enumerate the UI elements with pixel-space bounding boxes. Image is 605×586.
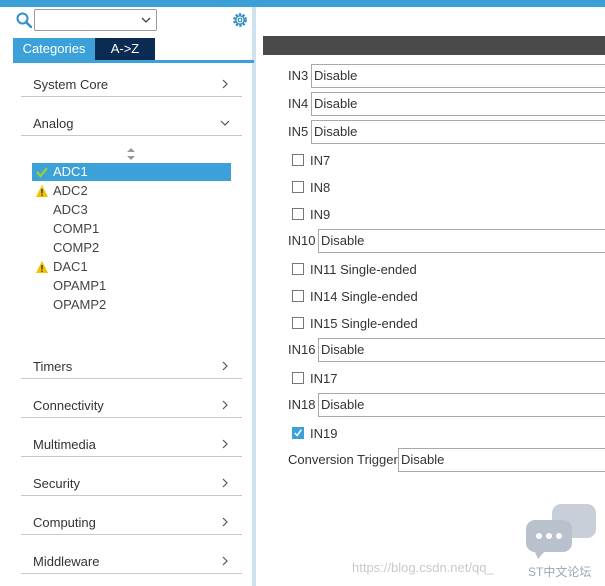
tab-categories[interactable]: Categories <box>13 38 95 60</box>
warning-icon <box>36 261 48 273</box>
chevron-right-icon <box>222 361 228 371</box>
in3-select[interactable]: Disable <box>311 64 605 88</box>
analog-item-adc2[interactable]: ADC2 <box>32 182 231 200</box>
analog-item-opamp1[interactable]: OPAMP1 <box>32 277 231 295</box>
analog-item-label: COMP2 <box>53 240 100 255</box>
chevron-right-icon <box>222 478 228 488</box>
config-label: IN14 Single-ended <box>310 289 418 304</box>
search-icon[interactable] <box>16 12 32 28</box>
analog-item-label: DAC1 <box>53 259 88 274</box>
category-security[interactable]: Security <box>21 472 242 496</box>
top-accent-strip <box>0 0 605 7</box>
chevron-down-icon[interactable] <box>140 14 152 26</box>
in11-checkbox[interactable] <box>292 263 304 275</box>
analog-item-label: ADC3 <box>53 202 88 217</box>
chevron-down-icon <box>220 120 230 126</box>
in7-checkbox[interactable] <box>292 154 304 166</box>
category-label: Multimedia <box>33 437 96 452</box>
config-label: IN9 <box>310 207 331 222</box>
in10-select[interactable]: Disable <box>318 229 605 253</box>
category-middleware[interactable]: Middleware <box>21 550 242 574</box>
tab-a-to-z[interactable]: A->Z <box>95 38 155 60</box>
config-label: IN3 <box>288 68 309 83</box>
watermark-brand: ST中文论坛 <box>528 565 592 579</box>
in9-checkbox[interactable] <box>292 208 304 220</box>
in16-select[interactable]: Disable <box>318 338 605 362</box>
analog-item-label: OPAMP1 <box>53 278 107 293</box>
chevron-right-icon <box>222 439 228 449</box>
check-icon <box>36 167 48 178</box>
analog-item-adc3[interactable]: ADC3 <box>32 201 231 219</box>
config-label: IN18 <box>288 397 316 412</box>
sort-icon[interactable] <box>126 147 136 161</box>
category-label: Computing <box>33 515 96 530</box>
category-label: Timers <box>33 359 73 374</box>
config-label: IN10 <box>288 233 316 248</box>
config-label: IN5 <box>288 124 309 139</box>
analog-item-comp1[interactable]: COMP1 <box>32 220 231 238</box>
analog-item-label: OPAMP2 <box>53 297 107 312</box>
in4-select[interactable]: Disable <box>311 92 605 116</box>
sidebar: Categories A->Z System Core Analog ADC1 … <box>0 7 256 586</box>
config-label: IN11 Single-ended <box>310 262 417 277</box>
watermark-url: https://blog.csdn.net/qq_ <box>352 560 494 575</box>
chevron-right-icon <box>222 79 228 89</box>
config-label: IN15 Single-ended <box>310 316 418 331</box>
search-input[interactable] <box>34 9 157 31</box>
in14-checkbox[interactable] <box>292 290 304 302</box>
in19-checkbox[interactable] <box>292 427 304 439</box>
config-label: IN17 <box>310 371 338 386</box>
conversion-trigger-select[interactable]: Disable <box>398 448 605 472</box>
category-label: Middleware <box>33 554 100 569</box>
in15-checkbox[interactable] <box>292 317 304 329</box>
category-connectivity[interactable]: Connectivity <box>21 394 242 418</box>
category-label: Security <box>33 476 80 491</box>
chevron-right-icon <box>222 400 228 410</box>
panel-header-bar <box>263 36 605 55</box>
analog-item-adc1[interactable]: ADC1 <box>32 163 231 181</box>
in17-checkbox[interactable] <box>292 372 304 384</box>
check-icon <box>294 429 302 437</box>
analog-item-label: COMP1 <box>53 221 100 236</box>
config-label: IN8 <box>310 180 331 195</box>
config-label: IN4 <box>288 96 309 111</box>
config-label: Conversion Trigger <box>288 452 398 467</box>
category-system-core[interactable]: System Core <box>21 73 242 97</box>
category-multimedia[interactable]: Multimedia <box>21 433 242 457</box>
category-label: System Core <box>33 77 109 92</box>
warning-icon <box>36 185 48 197</box>
category-label: Analog <box>33 116 74 131</box>
in5-select[interactable]: Disable <box>311 120 605 144</box>
config-label: IN7 <box>310 153 331 168</box>
in8-checkbox[interactable] <box>292 181 304 193</box>
in18-select[interactable]: Disable <box>318 393 605 417</box>
analog-item-opamp2[interactable]: OPAMP2 <box>32 296 231 314</box>
tab-underline <box>13 60 254 63</box>
analog-item-label: ADC1 <box>53 164 88 179</box>
chevron-right-icon <box>222 556 228 566</box>
configuration-panel: IN3 Disable IN4 Disable IN5 Disable IN7 … <box>263 7 605 586</box>
analog-item-dac1[interactable]: DAC1 <box>32 258 231 276</box>
chevron-right-icon <box>222 517 228 527</box>
config-label: IN19 <box>310 426 338 441</box>
analog-item-comp2[interactable]: COMP2 <box>32 239 231 257</box>
analog-item-label: ADC2 <box>53 183 88 198</box>
category-label: Connectivity <box>33 398 104 413</box>
category-analog[interactable]: Analog <box>21 112 242 136</box>
forum-chat-logo <box>526 504 596 559</box>
gear-icon[interactable] <box>231 11 249 29</box>
config-label: IN16 <box>288 342 316 357</box>
category-computing[interactable]: Computing <box>21 511 242 535</box>
category-timers[interactable]: Timers <box>21 355 242 379</box>
